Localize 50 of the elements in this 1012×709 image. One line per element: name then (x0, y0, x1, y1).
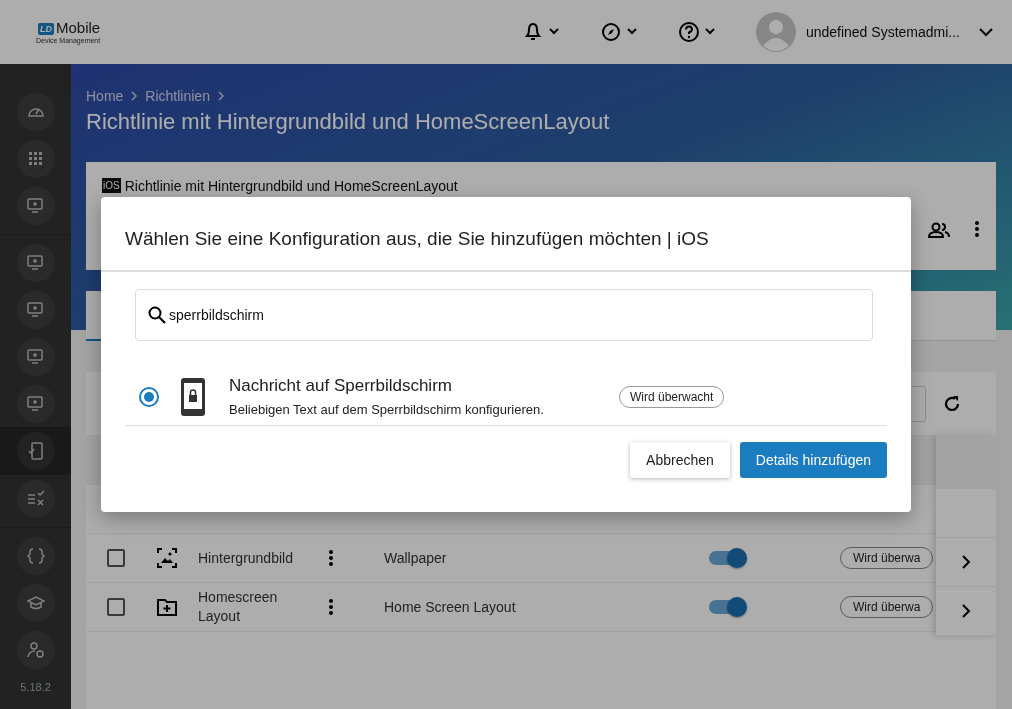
search-icon (148, 306, 166, 324)
option-description: Beliebigen Text auf dem Sperrbildschirm konfigurieren. (229, 402, 545, 417)
dialog-title: Wählen Sie eine Konfiguration aus, die Sie hinzufügen möchten | iOS (101, 197, 911, 272)
monitor-icon (26, 196, 45, 215)
radio-button[interactable] (139, 386, 159, 407)
caret-icon (978, 26, 994, 38)
chevron-right-icon (129, 90, 140, 102)
configuration-name: Hintergrundbild (198, 548, 294, 568)
enabled-toggle[interactable] (709, 551, 745, 565)
configuration-type: Wallpaper (384, 550, 448, 566)
refresh-icon[interactable] (942, 393, 962, 414)
list-check-icon (26, 489, 45, 508)
phone-check-icon (26, 442, 45, 460)
breadcrumb-link[interactable]: Richtlinien (145, 88, 210, 104)
breadcrumb-link[interactable]: Home (86, 88, 124, 104)
enabled-toggle[interactable] (709, 600, 745, 614)
monitor-plus-icon (26, 394, 45, 413)
configuration-type: Home Screen Layout (384, 599, 517, 615)
logo-title: Mobile (56, 20, 101, 35)
braces-icon (26, 546, 45, 565)
configuration-name: Homescreen Layout (198, 588, 279, 626)
monitor-plus-icon (26, 300, 45, 319)
policy-name: Richtlinie mit Hintergrundbild und HomeScreenLayout (124, 178, 458, 194)
platform-badge: iOS (102, 178, 121, 193)
user-gear-icon (26, 640, 45, 659)
help-button[interactable] (677, 21, 716, 43)
avatar-icon (755, 12, 796, 52)
user-menu[interactable]: undefined Systemadmi... (755, 12, 994, 52)
graduation-cap-icon (26, 593, 45, 612)
option-title: Nachricht auf Sperrbildschirm (229, 376, 453, 396)
folder-plus-icon (156, 596, 178, 618)
cancel-button[interactable]: Abbrechen (630, 442, 730, 478)
compass-button[interactable] (599, 21, 638, 43)
image-icon (156, 547, 178, 569)
sidebar-item[interactable] (0, 427, 71, 475)
grid-icon (26, 149, 45, 168)
phone-lock-icon (181, 377, 205, 416)
row-checkbox[interactable] (107, 549, 125, 567)
chevron-right-icon[interactable] (960, 603, 972, 619)
group-icon[interactable] (928, 222, 950, 238)
search-field[interactable]: sperrbildschirm (135, 289, 873, 341)
logo-mark: LD (38, 23, 54, 35)
more-icon[interactable] (328, 598, 334, 616)
more-icon[interactable] (328, 549, 334, 567)
page-title: Richtlinie mit Hintergrundbild und HomeScreenLayout (86, 109, 611, 135)
add-details-button[interactable]: Details hinzufügen (739, 442, 887, 478)
row-checkbox[interactable] (107, 598, 125, 616)
more-icon[interactable] (974, 220, 980, 238)
chevron-right-icon (215, 90, 226, 102)
chevron-right-icon[interactable] (960, 554, 972, 570)
